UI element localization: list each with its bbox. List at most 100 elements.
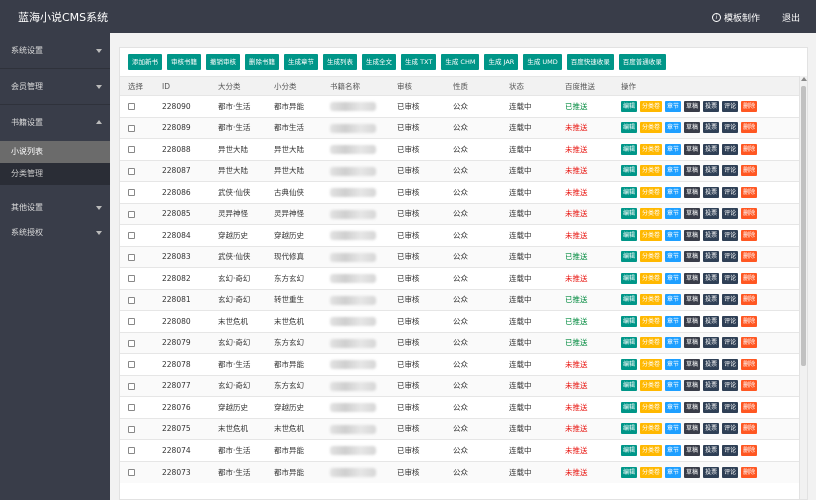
row-checkbox[interactable]	[128, 361, 135, 369]
sidebar-group-system[interactable]: 系统设置	[0, 33, 110, 69]
comment-button[interactable]: 评论	[722, 337, 739, 349]
row-checkbox[interactable]	[128, 404, 135, 412]
comment-button[interactable]: 评论	[722, 208, 739, 220]
vote-button[interactable]: 投票	[703, 380, 720, 392]
delete-button[interactable]: 删除	[741, 337, 758, 349]
scroll-up-arrow-icon[interactable]	[801, 77, 807, 81]
comment-button[interactable]: 评论	[722, 401, 739, 413]
chapter-button[interactable]: 章节	[665, 186, 682, 198]
book-name-cell[interactable]	[322, 138, 389, 160]
toolbar-button[interactable]: 生成 JAR	[484, 54, 519, 70]
draft-button[interactable]: 草稿	[684, 423, 701, 435]
logout-link[interactable]: 退出	[782, 11, 800, 24]
comment-button[interactable]: 评论	[722, 272, 739, 284]
row-checkbox[interactable]	[128, 382, 135, 390]
sidebar-group-books[interactable]: 书籍设置	[0, 105, 110, 141]
book-name-cell[interactable]	[322, 181, 389, 203]
scrollbar-thumb[interactable]	[801, 86, 806, 366]
comment-button[interactable]: 评论	[722, 229, 739, 241]
toolbar-button[interactable]: 审核书籍	[167, 54, 201, 70]
book-name-cell[interactable]	[322, 267, 389, 289]
row-checkbox[interactable]	[128, 425, 135, 433]
row-checkbox[interactable]	[128, 103, 135, 111]
book-name-cell[interactable]	[322, 202, 389, 225]
draft-button[interactable]: 草稿	[684, 380, 701, 392]
toolbar-button[interactable]: 生成 CHM	[441, 54, 480, 70]
sidebar-group-members[interactable]: 会员管理	[0, 69, 110, 105]
vote-button[interactable]: 投票	[703, 186, 720, 198]
draft-button[interactable]: 草稿	[684, 294, 701, 306]
delete-button[interactable]: 删除	[741, 294, 758, 306]
delete-button[interactable]: 删除	[741, 229, 758, 241]
draft-button[interactable]: 草稿	[684, 444, 701, 456]
row-checkbox[interactable]	[128, 189, 135, 197]
delete-button[interactable]: 删除	[741, 186, 758, 198]
draft-button[interactable]: 草稿	[684, 251, 701, 263]
edit-button[interactable]: 编辑	[621, 186, 638, 198]
row-checkbox[interactable]	[128, 275, 135, 283]
chapter-button[interactable]: 章节	[665, 208, 682, 220]
comment-button[interactable]: 评论	[722, 315, 739, 327]
chapter-button[interactable]: 章节	[665, 358, 682, 370]
vote-button[interactable]: 投票	[703, 143, 720, 155]
chapter-button[interactable]: 章节	[665, 401, 682, 413]
row-checkbox[interactable]	[128, 469, 135, 476]
book-name-cell[interactable]	[322, 224, 389, 246]
vote-button[interactable]: 投票	[703, 100, 720, 112]
comment-button[interactable]: 评论	[722, 466, 739, 478]
draft-button[interactable]: 草稿	[684, 165, 701, 177]
comment-button[interactable]: 评论	[722, 143, 739, 155]
book-name-cell[interactable]	[322, 159, 389, 182]
delete-button[interactable]: 删除	[741, 315, 758, 327]
edit-button[interactable]: 编辑	[621, 294, 638, 306]
row-checkbox[interactable]	[128, 146, 135, 154]
comment-button[interactable]: 评论	[722, 358, 739, 370]
row-checkbox[interactable]	[128, 232, 135, 240]
draft-button[interactable]: 草稿	[684, 315, 701, 327]
category-volume-button[interactable]: 分类卷	[640, 272, 663, 284]
draft-button[interactable]: 草稿	[684, 358, 701, 370]
chapter-button[interactable]: 章节	[665, 122, 682, 134]
toolbar-button[interactable]: 生成 TXT	[401, 54, 437, 70]
toolbar-button[interactable]: 生成全文	[362, 54, 396, 70]
chapter-button[interactable]: 章节	[665, 143, 682, 155]
edit-button[interactable]: 编辑	[621, 380, 638, 392]
edit-button[interactable]: 编辑	[621, 100, 638, 112]
vote-button[interactable]: 投票	[703, 444, 720, 456]
row-checkbox[interactable]	[128, 210, 135, 218]
edit-button[interactable]: 编辑	[621, 122, 638, 134]
row-checkbox[interactable]	[128, 447, 135, 455]
toolbar-button[interactable]: 生成章节	[284, 54, 318, 70]
category-volume-button[interactable]: 分类卷	[640, 294, 663, 306]
comment-button[interactable]: 评论	[722, 294, 739, 306]
vote-button[interactable]: 投票	[703, 122, 720, 134]
category-volume-button[interactable]: 分类卷	[640, 444, 663, 456]
edit-button[interactable]: 编辑	[621, 423, 638, 435]
chapter-button[interactable]: 章节	[665, 165, 682, 177]
book-name-cell[interactable]	[322, 310, 389, 332]
book-name-cell[interactable]	[322, 95, 389, 117]
row-checkbox[interactable]	[128, 167, 135, 175]
category-volume-button[interactable]: 分类卷	[640, 143, 663, 155]
edit-button[interactable]: 编辑	[621, 337, 638, 349]
draft-button[interactable]: 草稿	[684, 401, 701, 413]
toolbar-button[interactable]: 添加新书	[128, 54, 162, 70]
chapter-button[interactable]: 章节	[665, 100, 682, 112]
book-name-cell[interactable]	[322, 439, 389, 461]
book-name-cell[interactable]	[322, 245, 389, 268]
comment-button[interactable]: 评论	[722, 380, 739, 392]
toolbar-button[interactable]: 百度快速收录	[566, 54, 614, 70]
row-checkbox[interactable]	[128, 318, 135, 326]
toolbar-button[interactable]: 生成 UMD	[523, 54, 562, 70]
delete-button[interactable]: 删除	[741, 423, 758, 435]
category-volume-button[interactable]: 分类卷	[640, 358, 663, 370]
edit-button[interactable]: 编辑	[621, 165, 638, 177]
vote-button[interactable]: 投票	[703, 315, 720, 327]
row-checkbox[interactable]	[128, 253, 135, 261]
vote-button[interactable]: 投票	[703, 251, 720, 263]
book-name-cell[interactable]	[322, 460, 389, 483]
category-volume-button[interactable]: 分类卷	[640, 208, 663, 220]
edit-button[interactable]: 编辑	[621, 143, 638, 155]
delete-button[interactable]: 删除	[741, 444, 758, 456]
edit-button[interactable]: 编辑	[621, 358, 638, 370]
